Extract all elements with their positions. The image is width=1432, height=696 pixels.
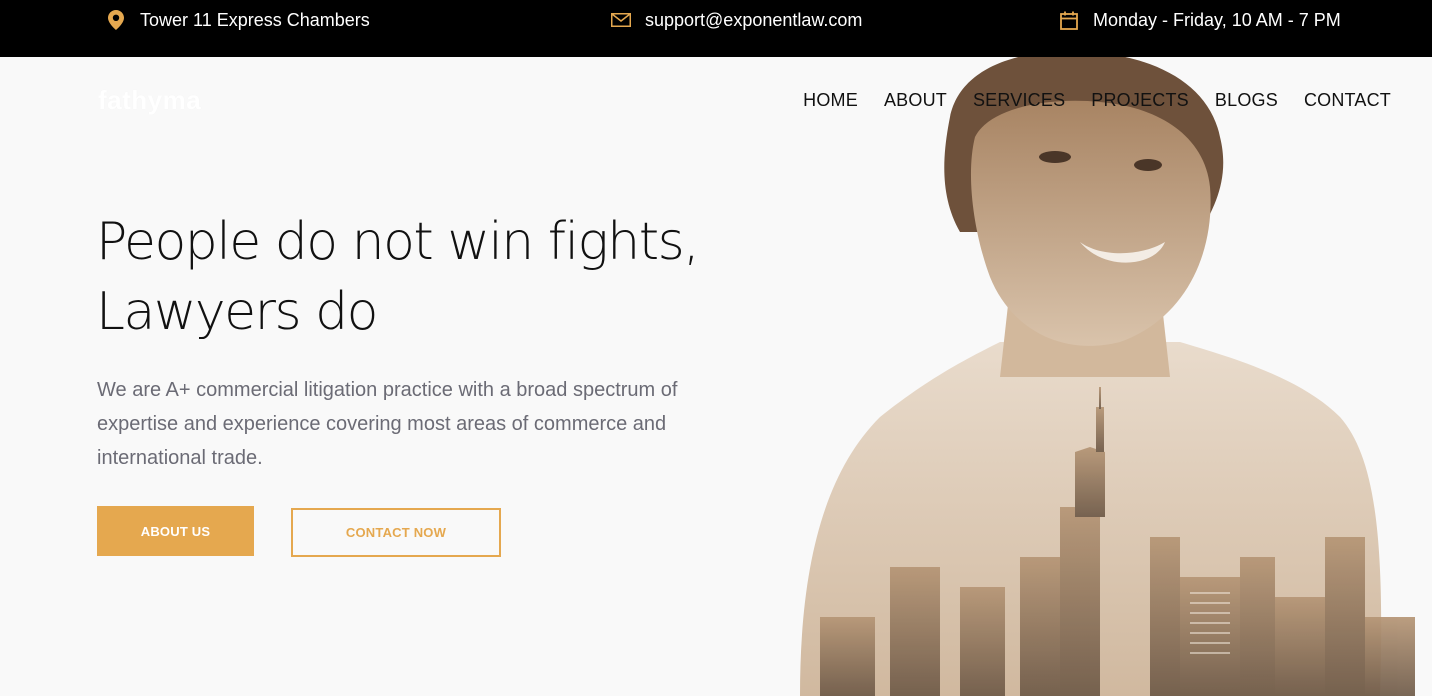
address-text: Tower 11 Express Chambers [140,9,370,30]
hero-section: fathyma HOME ABOUT SERVICES PROJECTS BLO… [0,57,1432,696]
portrait-cityscape-image [800,57,1415,696]
nav-contact[interactable]: CONTACT [1304,90,1391,111]
hero-headline: People do not win fights, Lawyers do [96,207,796,347]
calendar-icon [1059,10,1079,30]
email-info[interactable]: support@exponentlaw.com [611,0,862,40]
headline-line-2: Lawyers do [96,282,378,342]
nav-home[interactable]: HOME [803,90,858,111]
contact-now-button[interactable]: CONTACT NOW [291,508,501,557]
main-nav: HOME ABOUT SERVICES PROJECTS BLOGS CONTA… [803,90,1391,111]
hours-text: Monday - Friday, 10 AM - 7 PM [1093,9,1341,30]
nav-services[interactable]: SERVICES [973,90,1065,111]
top-info-bar: Tower 11 Express Chambers support@expone… [0,0,1432,57]
headline-line-1: People do not win fights, [96,212,700,272]
map-pin-icon [106,10,126,30]
site-logo[interactable]: fathyma [98,85,201,116]
hero-description: We are A+ commercial litigation practice… [97,379,678,469]
about-us-button[interactable]: ABOUT US [97,506,254,556]
nav-about[interactable]: ABOUT [884,90,947,111]
hours-info: Monday - Friday, 10 AM - 7 PM [1059,0,1341,40]
address-info: Tower 11 Express Chambers [106,0,370,40]
email-link[interactable]: support@exponentlaw.com [645,10,862,31]
nav-blogs[interactable]: BLOGS [1215,90,1278,111]
envelope-icon [611,10,631,30]
nav-projects[interactable]: PROJECTS [1091,90,1189,111]
